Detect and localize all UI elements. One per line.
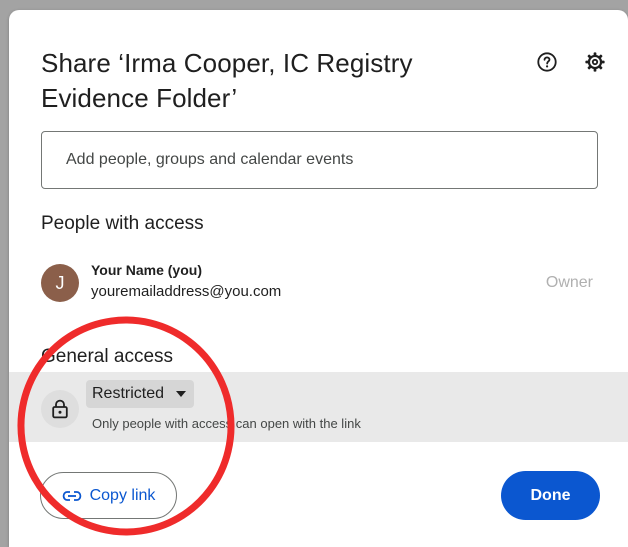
link-icon xyxy=(62,490,81,501)
share-dialog: Share ‘Irma Cooper, IC Registry Evidence… xyxy=(9,10,628,547)
general-access-description: Only people with access can open with th… xyxy=(92,416,361,431)
done-button[interactable]: Done xyxy=(501,471,600,520)
dialog-title: Share ‘Irma Cooper, IC Registry Evidence… xyxy=(41,48,413,113)
help-circle-icon[interactable] xyxy=(533,48,561,76)
avatar: J xyxy=(41,264,79,302)
chevron-down-icon xyxy=(176,391,187,397)
people-with-access-heading: People with access xyxy=(41,213,204,234)
general-access-select[interactable]: Restricted xyxy=(86,380,195,408)
lock-icon xyxy=(41,390,79,428)
person-row: J Your Name (you) youremailaddress@you.c… xyxy=(41,262,598,306)
gear-icon[interactable] xyxy=(581,48,609,76)
copy-link-label: Copy link xyxy=(89,486,156,504)
general-access-heading: General access xyxy=(41,346,174,367)
general-access-row: Restricted Only people with access can o… xyxy=(9,372,628,442)
general-access-value: Restricted xyxy=(92,385,165,402)
person-name: Your Name (you) xyxy=(91,262,202,278)
add-people-placeholder: Add people, groups and calendar events xyxy=(66,151,354,168)
person-email: youremailaddress@you.com xyxy=(91,283,282,300)
add-people-input[interactable]: Add people, groups and calendar events xyxy=(41,131,598,189)
copy-link-button[interactable]: Copy link xyxy=(40,472,177,519)
person-role: Owner xyxy=(545,274,593,291)
